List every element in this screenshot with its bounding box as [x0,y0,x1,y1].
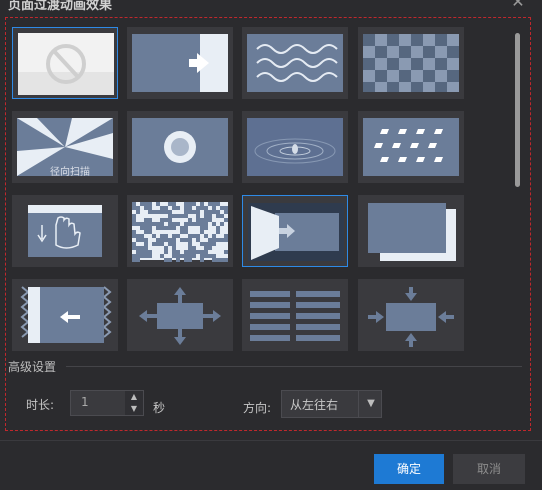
zigzag-slide-left-icon [20,286,112,343]
effect-ripple[interactable] [242,111,348,183]
effect-expand[interactable] [127,279,233,351]
spin-up-icon[interactable]: ▲ [125,391,143,403]
effect-radial-wipe[interactable]: 径向扫描 [12,111,118,183]
wave-icon [247,34,343,92]
effect-push-right[interactable] [127,27,233,99]
stacked-pages-icon [368,203,456,261]
direction-select[interactable]: 从左往右 ▼ [281,390,382,418]
effect-checkerboard[interactable] [358,27,464,99]
cancel-button[interactable]: 取消 [453,454,525,484]
checkerboard-icon [363,34,459,92]
duration-unit: 秒 [153,401,166,415]
door-open-icon [248,203,344,261]
effect-contract[interactable] [358,279,464,351]
dissolve-icon [132,202,228,262]
direction-label: 方向: [243,401,272,415]
ripple-icon [247,118,343,176]
scrollbar-thumb[interactable] [515,33,520,187]
dots-icon [363,118,459,176]
effect-overlay-text: 径向扫描 [50,167,90,178]
duration-value[interactable]: 1 [81,395,89,409]
duration-spinbox[interactable]: 1 ▲ ▼ [70,390,144,416]
none-icon [18,33,114,95]
effect-page-curl[interactable] [12,195,118,267]
close-icon[interactable]: ✕ [510,0,526,10]
effect-zigzag-slide[interactable] [12,279,118,351]
horizontal-blinds-icon [250,291,340,341]
page-curl-icon [28,205,102,257]
chevron-down-icon[interactable]: ▼ [358,391,383,417]
dialog-title: 页面过渡动画效果 [8,0,113,13]
footer-divider [0,440,542,441]
direction-value: 从左往右 [290,398,339,412]
section-divider [66,366,522,367]
effect-circle-zoom[interactable] [127,111,233,183]
spin-down-icon[interactable]: ▼ [125,403,143,415]
effect-door-open[interactable] [242,195,348,267]
effect-dissolve[interactable] [127,195,233,267]
circle-zoom-icon [132,118,228,176]
contract-center-icon [368,287,454,347]
effect-blinds[interactable] [242,279,348,351]
effect-wave[interactable] [242,27,348,99]
duration-label: 时长: [26,398,55,412]
effect-none[interactable] [12,27,118,99]
expand-all-directions-icon [139,287,221,345]
effect-dots[interactable] [358,111,464,183]
push-right-icon [132,34,228,92]
advanced-settings-title: 高级设置 [8,360,57,374]
effect-stacked-pages[interactable] [358,195,464,267]
ok-button[interactable]: 确定 [374,454,444,484]
